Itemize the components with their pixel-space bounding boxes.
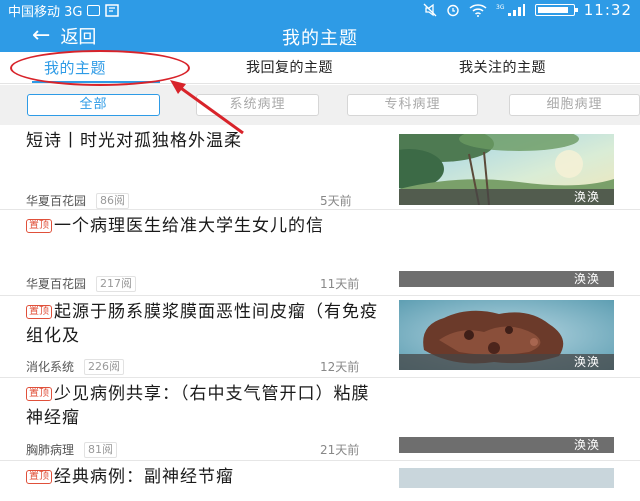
view-count: 217阅	[96, 275, 137, 292]
forum-name: 华夏百花园	[26, 194, 87, 208]
post-meta: 胸肺病理 81阅	[26, 441, 118, 458]
tab-replied-topics[interactable]: 我回复的主题	[246, 57, 333, 77]
author-label: 涣涣	[399, 189, 614, 205]
filter-system-pathology[interactable]: 系统病理	[196, 94, 319, 116]
list-item[interactable]: 置顶 起源于肠系膜浆膜面恶性间皮瘤（有免疫组化及 消化系统 226阅 12天前 涣…	[0, 296, 640, 378]
post-title-text: 短诗丨时光对孤独格外温柔	[26, 131, 242, 151]
battery-icon	[534, 4, 578, 16]
post-title-text: 起源于肠系膜浆膜面恶性间皮瘤（有免疫组化及	[26, 302, 378, 346]
post-title: 置顶 经典病例：副神经节瘤	[26, 465, 386, 489]
post-thumbnail: 涣涣	[399, 271, 614, 287]
forum-name: 胸肺病理	[26, 443, 75, 457]
post-meta: 华夏百花园 217阅	[26, 275, 137, 292]
alarm-icon	[446, 3, 460, 17]
pin-badge: 置顶	[26, 387, 52, 401]
filter-cytopathology[interactable]: 细胞病理	[509, 94, 640, 116]
back-button[interactable]: ← 返回	[32, 23, 96, 49]
clock: 11:32	[583, 1, 632, 19]
post-time: 21天前	[320, 443, 360, 457]
forum-name: 消化系统	[26, 360, 75, 374]
post-title: 置顶 一个病理医生给准大学生女儿的信	[26, 214, 386, 238]
list-item[interactable]: 置顶 一个病理医生给准大学生女儿的信 华夏百花园 217阅 11天前 涣涣	[0, 210, 640, 296]
post-time: 11天前	[320, 277, 360, 291]
forum-name: 华夏百花园	[26, 277, 87, 291]
view-count: 81阅	[84, 441, 118, 458]
pin-badge: 置顶	[26, 219, 52, 233]
back-label: 返回	[60, 27, 97, 48]
list-item[interactable]: 置顶 少见病例共享：（右中支气管开口）粘膜神经瘤 胸肺病理 81阅 21天前 涣涣	[0, 378, 640, 461]
post-thumbnail: 涣涣	[399, 134, 614, 205]
annotation-circle	[10, 50, 190, 86]
post-meta: 华夏百花园 86阅	[26, 192, 130, 209]
post-thumbnail	[399, 468, 614, 488]
sim-icon	[87, 4, 101, 16]
status-bar: 中国移动 3G 3G 11:32	[0, 0, 640, 20]
post-title-text: 少见病例共享：（右中支气管开口）粘膜神经瘤	[26, 384, 370, 428]
mute-icon	[423, 3, 437, 17]
author-label: 涣涣	[573, 438, 600, 452]
carrier-label: 中国移动 3G	[8, 4, 83, 20]
view-count: 226阅	[84, 358, 125, 375]
author-label: 涣涣	[573, 272, 600, 286]
view-count: 86阅	[96, 192, 130, 209]
filter-specialty-pathology[interactable]: 专科病理	[347, 94, 478, 116]
pin-badge: 置顶	[26, 470, 52, 484]
arrow-left-icon: ←	[32, 23, 51, 48]
pin-badge: 置顶	[26, 305, 52, 319]
filter-all[interactable]: 全部	[27, 94, 160, 116]
list-item[interactable]: 置顶 经典病例：副神经节瘤	[0, 461, 640, 501]
list-item[interactable]: 短诗丨时光对孤独格外温柔 华夏百花园 86阅 5天前 涣涣	[0, 125, 640, 210]
post-title-text: 一个病理医生给准大学生女儿的信	[54, 216, 324, 236]
post-time: 5天前	[320, 194, 352, 208]
post-time: 12天前	[320, 360, 360, 374]
network-badge: 3G	[496, 4, 505, 11]
post-title: 短诗丨时光对孤独格外温柔	[26, 129, 386, 153]
notification-icon	[105, 3, 120, 17]
post-thumbnail: 涣涣	[399, 437, 614, 453]
post-thumbnail: 涣涣	[399, 300, 614, 370]
tab-followed-topics[interactable]: 我关注的主题	[459, 57, 546, 77]
signal-icon: 3G	[496, 3, 526, 17]
post-title: 置顶 起源于肠系膜浆膜面恶性间皮瘤（有免疫组化及	[26, 300, 386, 348]
title-bar: ← 返回 我的主题	[0, 20, 640, 52]
post-meta: 消化系统 226阅	[26, 358, 125, 375]
wifi-icon	[469, 3, 487, 17]
author-label: 涣涣	[399, 354, 614, 370]
post-title: 置顶 少见病例共享：（右中支气管开口）粘膜神经瘤	[26, 382, 386, 430]
category-filter-bar: 全部 系统病理 专科病理 细胞病理	[0, 85, 640, 125]
post-title-text: 经典病例：副神经节瘤	[54, 467, 234, 487]
